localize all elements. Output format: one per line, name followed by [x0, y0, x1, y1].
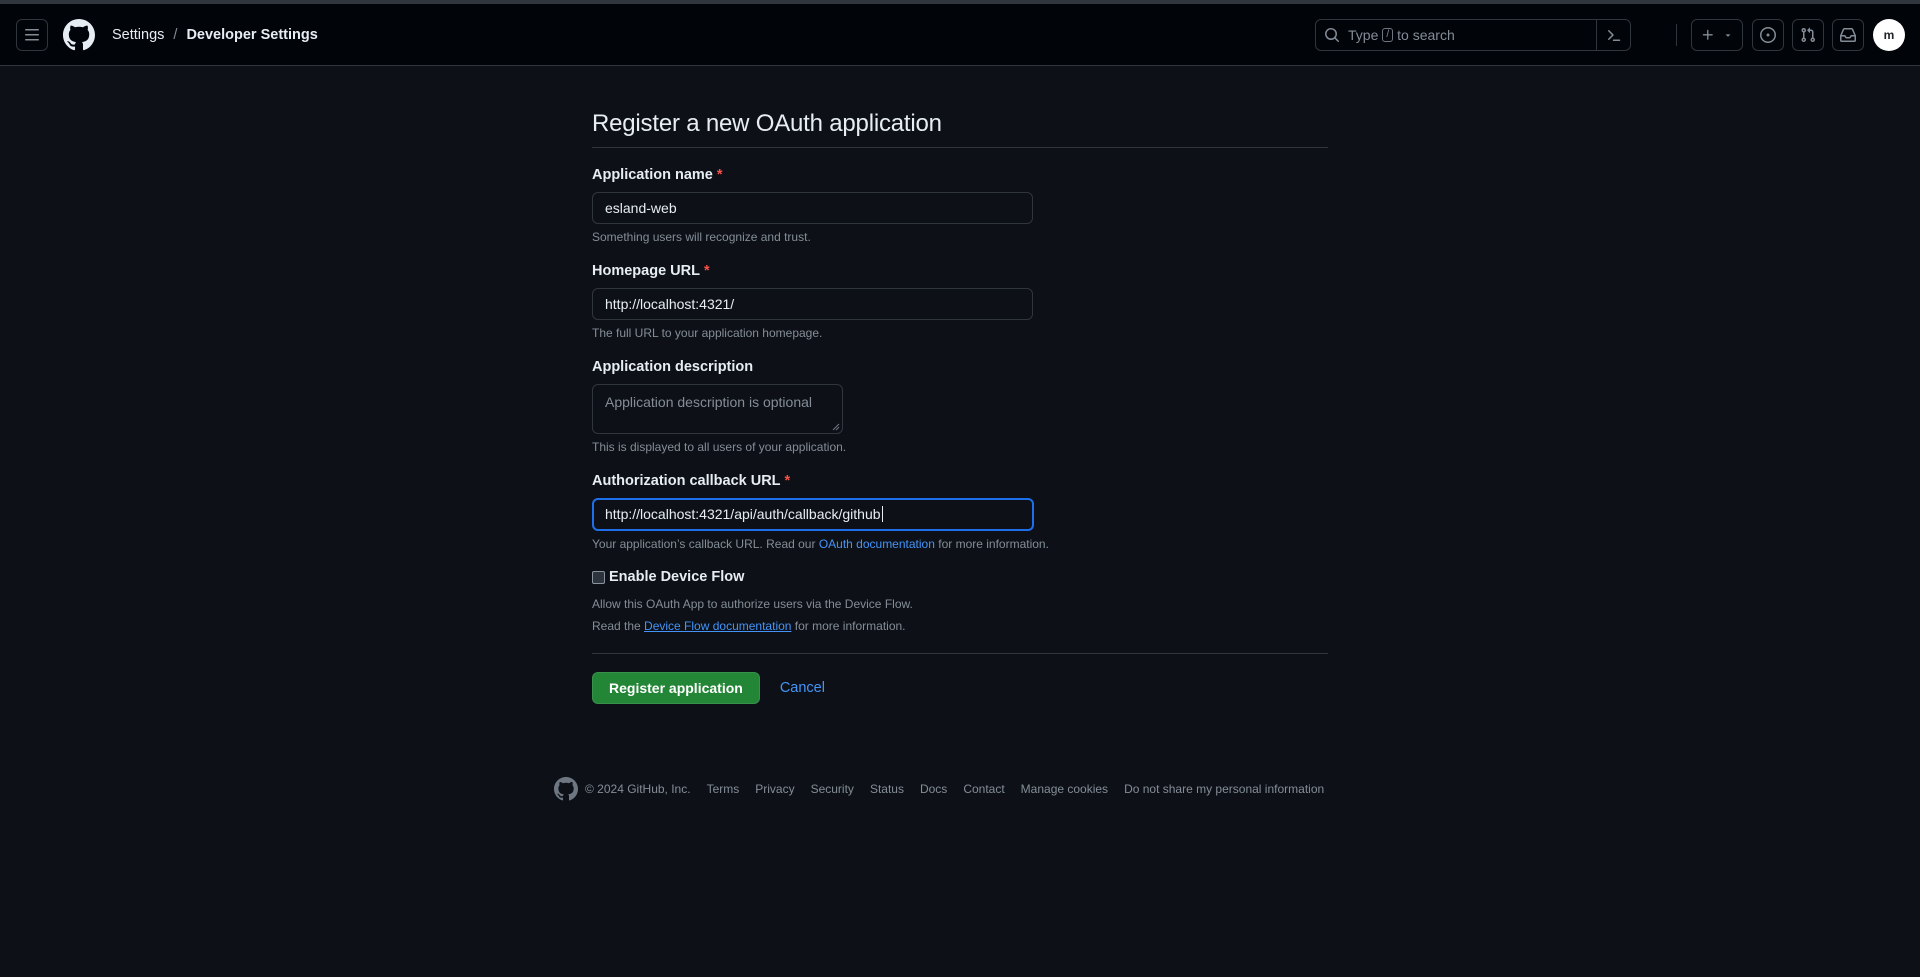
enable-device-flow-label[interactable]: Enable Device Flow — [609, 569, 744, 585]
issue-opened-icon — [1760, 27, 1776, 43]
breadcrumb-settings-link[interactable]: Settings — [112, 27, 164, 43]
resize-grip-icon[interactable] — [832, 423, 840, 431]
form-actions: Register application Cancel — [592, 672, 1328, 704]
application-description-field: Application description Application desc… — [592, 359, 1328, 454]
callback-url-field: Authorization callback URL * http://local… — [592, 473, 1328, 551]
footer-link-docs[interactable]: Docs — [920, 782, 947, 796]
footer-copyright: © 2024 GitHub, Inc. — [585, 782, 691, 796]
footer-link-privacy[interactable]: Privacy — [755, 782, 794, 796]
callback-url-input[interactable]: http://localhost:4321/api/auth/callback/… — [592, 498, 1034, 531]
breadcrumb: Settings / Developer Settings — [112, 27, 318, 43]
oauth-documentation-link[interactable]: OAuth documentation — [819, 537, 935, 551]
footer-link-do-not-share[interactable]: Do not share my personal information — [1124, 782, 1324, 796]
cancel-link[interactable]: Cancel — [780, 680, 825, 696]
footer-link-contact[interactable]: Contact — [963, 782, 1004, 796]
device-flow-documentation-link[interactable]: Device Flow documentation — [644, 619, 791, 633]
inbox-button[interactable] — [1832, 19, 1864, 51]
header-divider — [1676, 24, 1677, 46]
homepage-url-note: The full URL to your application homepag… — [592, 326, 823, 340]
callback-url-note: Your application’s callback URL. Read ou… — [592, 537, 1049, 551]
github-logo-icon[interactable] — [63, 18, 95, 51]
plus-icon — [1702, 29, 1713, 40]
command-palette-button[interactable] — [1596, 20, 1630, 50]
pull-request-icon — [1801, 27, 1816, 43]
device-flow-note-line2: Read the Device Flow documentation for m… — [592, 619, 906, 633]
search-placeholder-prefix: Type — [1348, 27, 1379, 43]
terminal-icon — [1607, 30, 1620, 41]
footer-link-manage-cookies[interactable]: Manage cookies — [1021, 782, 1108, 796]
footer-link-security[interactable]: Security — [811, 782, 854, 796]
hamburger-icon — [25, 28, 39, 40]
register-application-button[interactable]: Register application — [592, 672, 760, 704]
inbox-icon — [1840, 28, 1856, 42]
footer-link-terms[interactable]: Terms — [707, 782, 740, 796]
create-new-button[interactable] — [1691, 19, 1743, 51]
device-flow-row: Enable Device Flow — [592, 569, 1328, 585]
required-indicator: * — [716, 167, 723, 183]
homepage-url-label: Homepage URL * — [592, 263, 710, 279]
search-placeholder-suffix: to search — [1397, 27, 1455, 43]
application-name-field: Application name * esland-web Something u… — [592, 167, 1328, 244]
breadcrumb-developer-settings-link[interactable]: Developer Settings — [186, 27, 317, 43]
search-input[interactable]: Type / to search — [1315, 19, 1631, 51]
user-avatar[interactable]: m — [1873, 19, 1905, 51]
callback-url-label: Authorization callback URL * — [592, 473, 791, 489]
device-flow-note-line1: Allow this OAuth App to authorize users … — [592, 597, 913, 611]
search-shortcut-key: / — [1382, 28, 1394, 42]
device-flow-note: Allow this OAuth App to authorize users … — [592, 593, 1328, 637]
breadcrumb-separator: / — [173, 26, 178, 43]
application-description-textarea[interactable]: Application description is optional — [592, 384, 843, 434]
footer: © 2024 GitHub, Inc. Terms Privacy Securi… — [554, 777, 1324, 801]
homepage-url-field: Homepage URL * http://localhost:4321/ The… — [592, 263, 1328, 340]
application-name-label: Application name * — [592, 167, 723, 183]
caret-down-icon — [1725, 34, 1731, 37]
description-placeholder: Application description is optional — [605, 394, 813, 410]
application-description-note: This is displayed to all users of your a… — [592, 440, 847, 454]
required-indicator: * — [784, 473, 791, 489]
homepage-url-input[interactable]: http://localhost:4321/ — [592, 288, 1033, 320]
footer-link-status[interactable]: Status — [870, 782, 904, 796]
main-content: Register a new OAuth application Applica… — [592, 110, 1328, 704]
issues-button[interactable] — [1752, 19, 1784, 51]
top-header: Settings / Developer Settings Type / to … — [0, 4, 1920, 66]
form-divider — [592, 653, 1328, 654]
pull-requests-button[interactable] — [1792, 19, 1824, 51]
search-icon — [1325, 28, 1340, 43]
enable-device-flow-checkbox[interactable] — [592, 570, 605, 584]
required-indicator: * — [703, 263, 710, 279]
application-name-note: Something users will recognize and trust… — [592, 230, 811, 244]
github-footer-logo-icon[interactable] — [554, 777, 578, 801]
application-name-input[interactable]: esland-web — [592, 192, 1033, 224]
page-title: Register a new OAuth application — [592, 110, 1328, 148]
application-description-label: Application description — [592, 359, 754, 375]
menu-button[interactable] — [16, 18, 48, 51]
